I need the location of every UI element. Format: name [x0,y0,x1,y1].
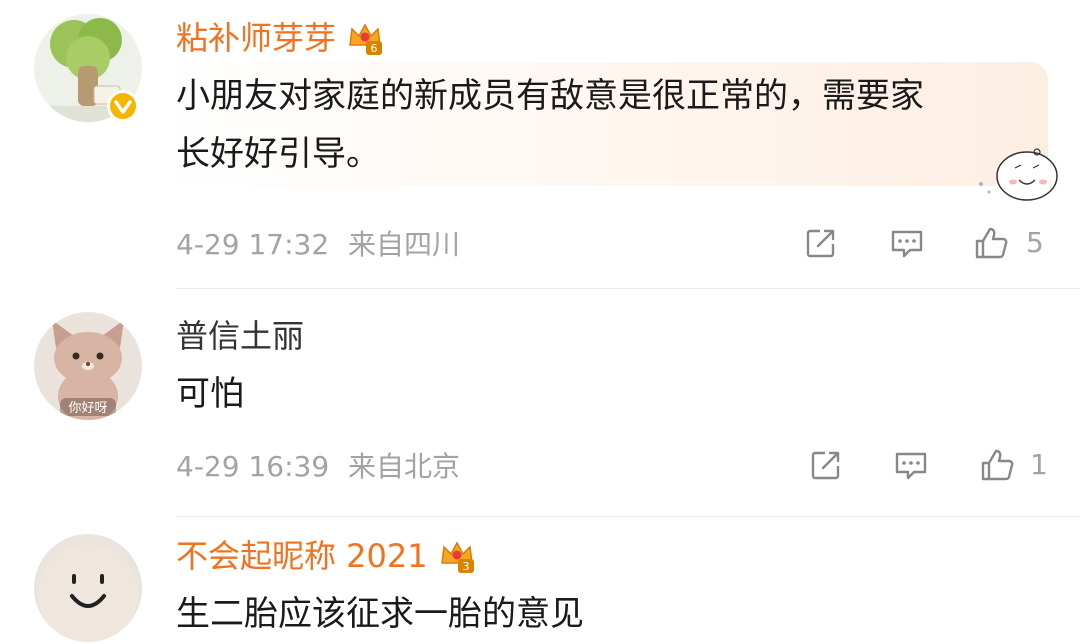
comment-text: 小朋友对家庭的新成员有敌意是很正常的，需要家 [176,76,924,116]
like-count[interactable]: 1 [1030,446,1048,484]
vip-crown-icon: 6 [346,19,384,57]
username[interactable]: 普信土丽 [176,316,304,356]
comment-item: 你好呀 普信土丽 可怕 4-29 16:39 来自北京 1 [0,290,1080,518]
verified-badge-icon [107,90,139,122]
username-text[interactable]: 不会起昵称 2021 [176,536,428,576]
avatar-caption-text: 你好呀 [68,401,107,416]
smiley-avatar-icon[interactable] [34,534,142,642]
vip-crown-icon: 3 [438,537,476,575]
comment-text: 可怕 [176,374,244,414]
comment-icon[interactable] [888,224,926,262]
comment-text-continued: 长好好引导。 [176,134,380,174]
bubble-sticker-icon [979,148,1058,201]
like-count[interactable]: 5 [1026,224,1044,262]
share-icon[interactable] [802,224,840,262]
crown-level-text: 6 [371,42,378,55]
divider [176,516,1080,517]
username-text[interactable]: 粘补师芽芽 [176,18,336,58]
share-icon[interactable] [807,446,845,484]
divider [176,288,1080,289]
comment-icon[interactable] [892,446,930,484]
thumbs-up-icon[interactable] [978,446,1016,484]
crown-level-text: 3 [462,560,469,573]
comment-item: 粘补师芽芽 6 小朋友对家庭的新成员有敌意是很正常的，需要家 长好好引导。 4-… [0,0,1080,290]
comment-item: 不会起昵称 2021 3 生二胎应该征求一胎的意见 [0,518,1080,642]
thumbs-up-icon[interactable] [972,224,1010,262]
username[interactable]: 粘补师芽芽 6 [176,18,384,58]
plush-fox-avatar-icon[interactable]: 你好呀 [34,312,142,420]
comment-actions: 1 [0,446,1080,486]
username[interactable]: 不会起昵称 2021 3 [176,536,476,576]
comment-text: 生二胎应该征求一胎的意见 [176,594,584,634]
comment-actions: 5 [0,224,1080,264]
username-text[interactable]: 普信土丽 [176,316,304,356]
